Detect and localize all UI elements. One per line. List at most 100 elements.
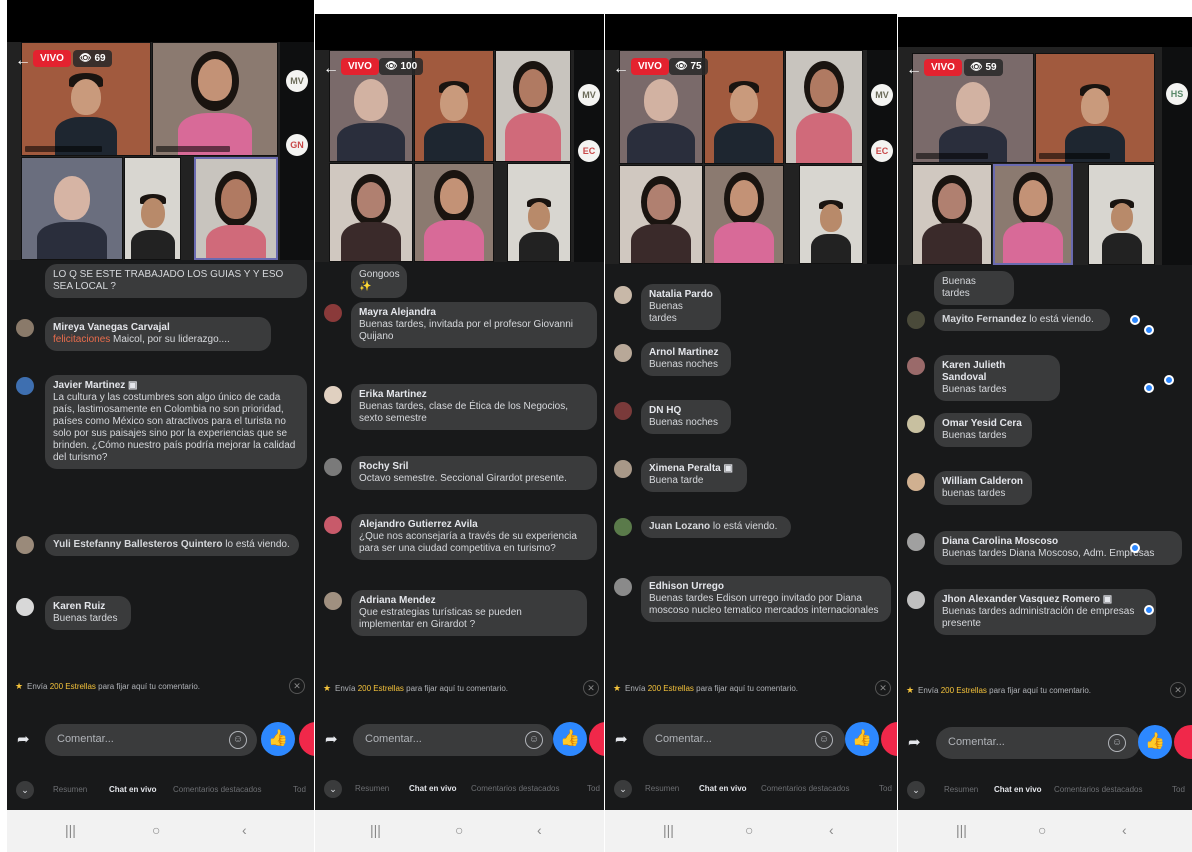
share-icon[interactable]: ➦: [17, 730, 30, 748]
home-button[interactable]: ○: [152, 822, 160, 838]
back-button[interactable]: ‹: [537, 822, 542, 838]
participant-tile[interactable]: [124, 157, 181, 260]
avatar[interactable]: [907, 357, 925, 375]
participant-tile[interactable]: [1035, 53, 1155, 163]
tab-comentarios-destacados[interactable]: Comentarios destacados: [173, 785, 262, 794]
pin-comment-bar[interactable]: ★ Envía 200 Estrellas para fijar aquí tu…: [605, 675, 897, 701]
pin-comment-bar[interactable]: ★ Envía 200 Estrellas para fijar aquí tu…: [898, 677, 1192, 703]
pin-comment-bar[interactable]: ★ Envía 200 Estrellas para fijar aquí tu…: [7, 673, 314, 699]
tab-chat-en-vivo[interactable]: Chat en vivo: [699, 784, 747, 793]
participant-avatar[interactable]: GN: [286, 134, 308, 156]
avatar[interactable]: [324, 458, 342, 476]
back-button[interactable]: ‹: [242, 822, 247, 838]
tab-comentarios-destacados[interactable]: Comentarios destacados: [471, 784, 560, 793]
love-button[interactable]: [299, 722, 314, 756]
avatar[interactable]: [907, 533, 925, 551]
tab-todos[interactable]: Tod: [293, 785, 306, 794]
video-grid[interactable]: MV EC ← VIVO 👁 75: [605, 50, 897, 264]
avatar[interactable]: [324, 304, 342, 322]
home-button[interactable]: ○: [1038, 822, 1046, 838]
chat-list[interactable]: LO Q SE ESTE TRABAJADO LOS GUIAS Y Y ESO…: [7, 260, 314, 660]
avatar[interactable]: [614, 286, 632, 304]
recent-apps-button[interactable]: |||: [663, 822, 674, 838]
emoji-icon[interactable]: ☺: [815, 731, 833, 749]
participant-tile[interactable]: [194, 157, 278, 260]
comment-bubble[interactable]: Juan Lozano lo está viendo.: [641, 516, 791, 538]
comment-bubble[interactable]: DN HQ Buenas noches: [641, 400, 731, 434]
like-button[interactable]: 👍: [1138, 725, 1172, 759]
tab-todos[interactable]: Tod: [879, 784, 892, 793]
avatar[interactable]: [907, 473, 925, 491]
comment-bubble[interactable]: Edhison Urrego Buenas tardes Edison urreg…: [641, 576, 891, 622]
recent-apps-button[interactable]: |||: [370, 822, 381, 838]
like-button[interactable]: 👍: [553, 722, 587, 756]
participant-tile[interactable]: [495, 50, 571, 162]
comment-bubble[interactable]: Mayito Fernandez lo está viendo.: [934, 309, 1110, 331]
tab-chat-en-vivo[interactable]: Chat en vivo: [409, 784, 457, 793]
avatar[interactable]: [614, 460, 632, 478]
participant-tile[interactable]: [799, 165, 863, 264]
comment-bubble[interactable]: Gongoos ✨: [351, 264, 407, 298]
share-icon[interactable]: ➦: [325, 730, 338, 748]
video-grid[interactable]: MV GN ← VIVO 👁 69: [7, 42, 314, 260]
comment-bubble[interactable]: Buenas tardes: [934, 271, 1014, 305]
tab-resumen[interactable]: Resumen: [355, 784, 389, 793]
tab-comentarios-destacados[interactable]: Comentarios destacados: [761, 784, 850, 793]
comment-bubble[interactable]: Mayra Alejandra Buenas tardes, invitada p…: [351, 302, 597, 348]
like-button[interactable]: 👍: [845, 722, 879, 756]
home-button[interactable]: ○: [455, 822, 463, 838]
participant-tile[interactable]: [1088, 164, 1155, 265]
avatar[interactable]: [907, 591, 925, 609]
avatar[interactable]: [614, 518, 632, 536]
participant-tile[interactable]: [912, 164, 992, 265]
comment-bubble[interactable]: Arnol Martinez Buenas noches: [641, 342, 731, 376]
tab-todos[interactable]: Tod: [1172, 785, 1185, 794]
participant-tile[interactable]: [993, 164, 1073, 265]
recent-apps-button[interactable]: |||: [956, 822, 967, 838]
participant-tile[interactable]: [704, 50, 784, 164]
comment-bubble[interactable]: Adriana Mendez Que estrategias turísticas…: [351, 590, 587, 636]
participant-tile[interactable]: [704, 165, 784, 264]
video-grid[interactable]: MV EC ← VIVO 👁 100: [315, 50, 604, 262]
love-button[interactable]: [881, 722, 897, 756]
comment-bubble[interactable]: Jhon Alexander Vasquez Romero ▣ Buenas ta…: [934, 589, 1156, 635]
emoji-icon[interactable]: ☺: [1108, 734, 1126, 752]
comment-bubble[interactable]: Yuli Estefanny Ballesteros Quintero lo e…: [45, 534, 299, 556]
comment-bubble[interactable]: LO Q SE ESTE TRABAJADO LOS GUIAS Y Y ESO…: [45, 264, 307, 298]
back-arrow-icon[interactable]: ←: [15, 52, 31, 70]
participant-tile[interactable]: [785, 50, 863, 164]
comment-bubble[interactable]: Alejandro Gutierrez Avila ¿Que nos aconse…: [351, 514, 597, 560]
avatar[interactable]: [614, 578, 632, 596]
close-icon[interactable]: ✕: [289, 678, 305, 694]
close-icon[interactable]: ✕: [583, 680, 599, 696]
love-button[interactable]: [1174, 725, 1192, 759]
close-icon[interactable]: ✕: [1170, 682, 1186, 698]
tab-todos[interactable]: Tod: [587, 784, 600, 793]
chevron-down-icon[interactable]: ⌄: [614, 780, 632, 798]
comment-bubble[interactable]: Javier Martinez ▣ La cultura y las costum…: [45, 375, 307, 469]
comment-bubble[interactable]: Diana Carolina Moscoso Buenas tardes Dian…: [934, 531, 1182, 565]
close-icon[interactable]: ✕: [875, 680, 891, 696]
tab-resumen[interactable]: Resumen: [645, 784, 679, 793]
participant-avatar[interactable]: EC: [871, 140, 893, 162]
participant-tile[interactable]: [329, 163, 413, 262]
comment-bubble[interactable]: Natalia Pardo Buenas tardes: [641, 284, 721, 330]
share-icon[interactable]: ➦: [908, 733, 921, 751]
participant-avatar[interactable]: EC: [578, 140, 600, 162]
comment-bubble[interactable]: Mireya Vanegas Carvajal felicitaciones Ma…: [45, 317, 271, 351]
participant-tile[interactable]: [619, 165, 703, 264]
home-button[interactable]: ○: [745, 822, 753, 838]
like-button[interactable]: 👍: [261, 722, 295, 756]
back-button[interactable]: ‹: [829, 822, 834, 838]
avatar[interactable]: [324, 386, 342, 404]
avatar[interactable]: [16, 598, 34, 616]
comment-input[interactable]: Comentar...: [353, 724, 553, 756]
chat-list[interactable]: Gongoos ✨ Mayra Alejandra Buenas tardes, …: [315, 262, 604, 672]
share-icon[interactable]: ➦: [615, 730, 628, 748]
avatar[interactable]: [16, 536, 34, 554]
emoji-icon[interactable]: ☺: [525, 731, 543, 749]
avatar[interactable]: [324, 592, 342, 610]
comment-bubble[interactable]: Erika Martinez Buenas tardes, clase de Ét…: [351, 384, 597, 430]
chat-list[interactable]: Natalia Pardo Buenas tardes Arnol Martine…: [605, 282, 897, 672]
participant-avatar[interactable]: HS: [1166, 83, 1188, 105]
